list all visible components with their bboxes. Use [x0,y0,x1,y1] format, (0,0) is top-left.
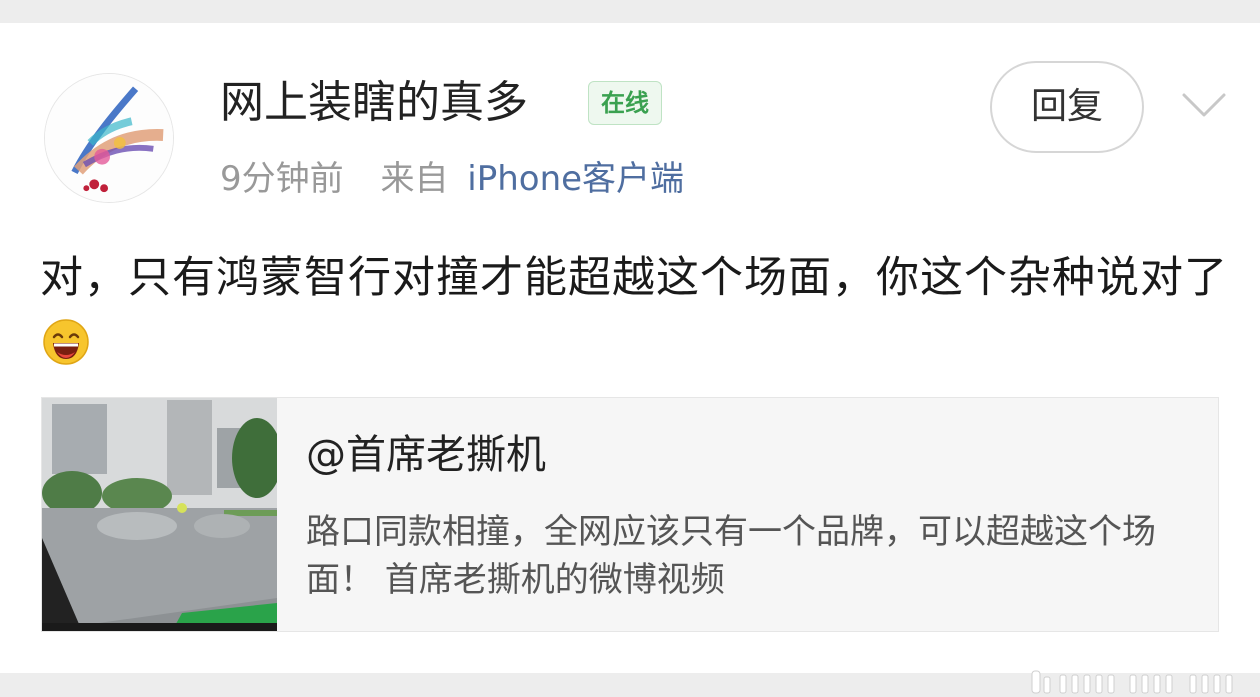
username[interactable]: 网上装瞎的真多 [220,75,528,131]
chevron-down-icon[interactable] [1180,85,1228,125]
source-label: 来自 [380,159,449,199]
repost-author[interactable]: @首席老撕机 [306,428,546,482]
reply-button[interactable]: 回复 [990,61,1144,153]
video-thumbnail[interactable] [42,398,277,631]
avatar[interactable] [44,73,174,203]
repost-card[interactable]: @首席老撕机 路口同款相撞，全网应该只有一个品牌，可以超越这个场面！ 首席老撕机… [41,397,1219,632]
video-thumbnail-image [42,398,277,631]
laughing-emoji-icon [43,319,89,365]
repost-text: 路口同款相撞，全网应该只有一个品牌，可以超越这个场面！ 首席老撕机的微博视频 [306,512,1156,600]
online-status-badge: 在线 [588,81,662,125]
watermark-decoration [1031,670,1233,694]
post-time: 9分钟前 [220,159,344,199]
comment-body: 对，只有鸿蒙智行对撞才能超越这个场面，你这个杂种说对了 [40,253,1228,303]
comment-text: 对，只有鸿蒙智行对撞才能超越这个场面，你这个杂种说对了 [40,245,1230,377]
comment-card: 网上装瞎的真多 在线 9分钟前 来自 iPhone客户端 回复 对，只有鸿蒙智行… [0,23,1260,694]
post-meta: 9分钟前 来自 iPhone客户端 [220,156,684,202]
source-client-link[interactable]: iPhone客户端 [467,159,684,199]
avatar-image [45,74,173,202]
